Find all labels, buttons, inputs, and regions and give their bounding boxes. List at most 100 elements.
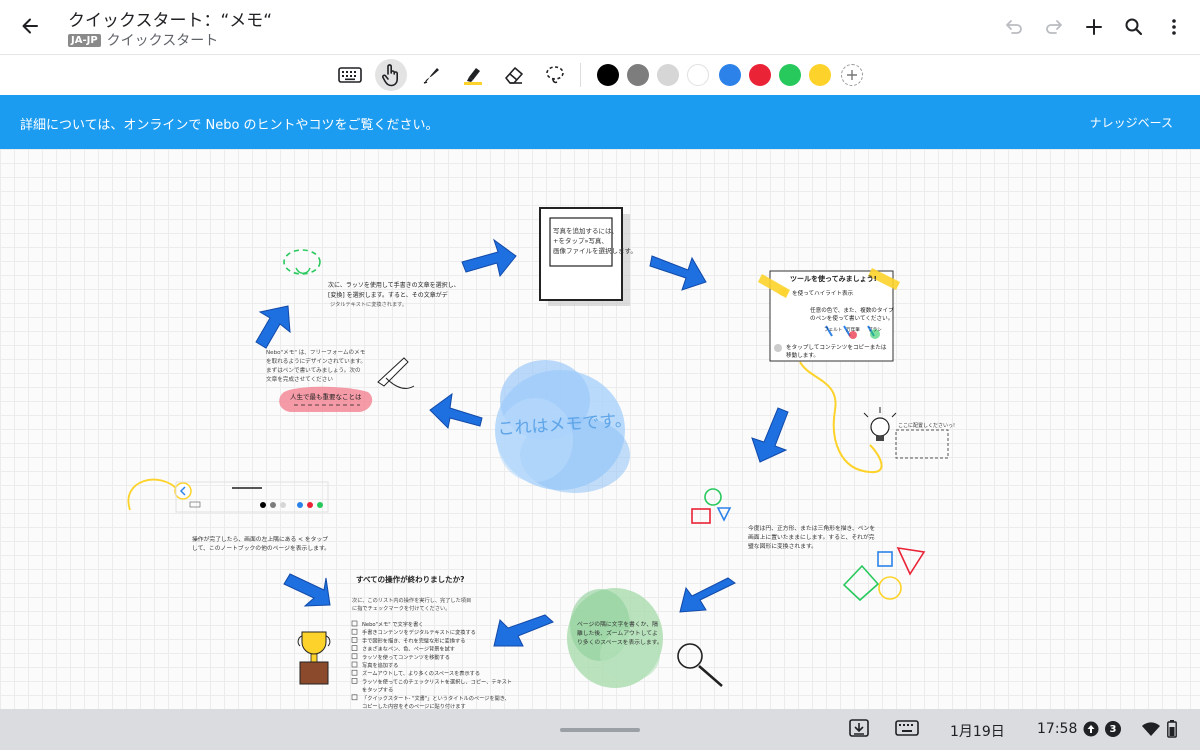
- dropzone-box: [895, 429, 949, 459]
- tools-card-pens-2: のペンを使って書いてください。: [810, 314, 893, 322]
- arrow-7: [429, 392, 483, 430]
- lasso-text: 次に、ラッソを使用して手書きの文章を選択し、 [変換] を選択します。すると、そ…: [328, 281, 462, 308]
- more-button[interactable]: [1158, 11, 1190, 43]
- toolbar-sketch: [127, 478, 329, 513]
- shelf-date[interactable]: 1月19日: [950, 721, 1005, 741]
- checklist-checkbox[interactable]: [351, 694, 358, 701]
- pen-label-felt: フェルト: [824, 327, 842, 333]
- color-swatch-white[interactable]: [687, 64, 709, 86]
- pen-icon: [423, 68, 439, 84]
- shapes-text-3: 璧な図形に変換されます。: [748, 542, 817, 550]
- more-vert-icon: [1172, 19, 1176, 35]
- checklist-item: ラッソを使ってこのチェックリストを選択し、コピー、テキスト: [362, 677, 512, 685]
- lasso-text-1: 次に、ラッソを使用して手書きの文章を選択し、: [328, 281, 460, 289]
- shelf-time[interactable]: 17:58: [1037, 721, 1077, 737]
- checklist-intro-1: 次に、このリスト内の操作を実行し、完了した項目: [352, 596, 471, 604]
- checklist-item: 手で図形を描き、それを完璧な形に変換する: [362, 636, 465, 644]
- touch-hand-icon: [382, 64, 398, 87]
- color-swatch-green[interactable]: [779, 64, 801, 86]
- color-swatch-gray[interactable]: [627, 64, 649, 86]
- checklist-item: Nebo"メモ" で文字を書く: [362, 620, 423, 628]
- info-banner: 詳細については、オンラインで Nebo のヒントやコツをご覧ください。 ナレッジ…: [0, 95, 1200, 149]
- touch-tool[interactable]: [375, 59, 407, 91]
- app-bar: クイックスタート：“メモ“ JA-JP クイックスタート: [0, 0, 1200, 55]
- intro-text-3: まずはペンで書いてみましょう。次の: [266, 366, 361, 374]
- arrow-back-icon: [22, 18, 38, 34]
- pen-tool[interactable]: [416, 59, 448, 91]
- checklist-checkbox[interactable]: [351, 645, 358, 651]
- battery-icon[interactable]: [1167, 720, 1177, 742]
- banner-text: 詳細については、オンラインで Nebo のヒントやコツをご覧ください。: [20, 118, 439, 133]
- checklist-checkbox[interactable]: [351, 653, 358, 660]
- eraser-tool[interactable]: [498, 59, 530, 91]
- system-shelf: 1月19日 17:58 3: [0, 709, 1200, 750]
- update-available-icon[interactable]: [1083, 721, 1099, 741]
- keyboard-tool[interactable]: [334, 59, 366, 91]
- breadcrumb-notebook[interactable]: クイックスタート: [107, 30, 219, 50]
- shapes-text-1: 今度は円、正方形、または三角形を描き、ペンを: [748, 524, 875, 532]
- tools-card-pens-1: 任意の色で、また、複数のタイプ: [810, 306, 894, 314]
- checklist-checkbox[interactable]: [351, 678, 358, 684]
- plus-icon: [847, 70, 857, 80]
- search-button[interactable]: [1118, 11, 1150, 43]
- photo-note-line-1: 写真を追加するには、: [553, 226, 618, 235]
- pen-label-fountain: 万年筆: [846, 326, 860, 333]
- checklist-checkbox[interactable]: [351, 669, 358, 676]
- notification-badge[interactable]: 3: [1105, 721, 1121, 737]
- highlighter-tool[interactable]: [457, 59, 489, 91]
- checklist-checkbox[interactable]: [351, 661, 358, 668]
- tools-card-copy-1: をタップしてコンテンツをコピーまたは: [786, 343, 887, 351]
- checklist-checkbox[interactable]: [351, 620, 358, 627]
- download-icon: [849, 719, 869, 737]
- bulb-note: ここに配置しくださいっ!: [898, 422, 955, 429]
- photo-frame: [539, 207, 630, 306]
- search-icon: [1125, 18, 1143, 36]
- intro-text-4: 文章を完成させてください: [266, 375, 333, 383]
- color-swatch-light-gray[interactable]: [657, 64, 679, 86]
- wifi-icon[interactable]: [1142, 721, 1160, 741]
- home-handle[interactable]: [560, 728, 640, 732]
- nav-note-2: して、このノートブックの他のページを表示します。: [192, 544, 330, 552]
- page-title: クイックスタート：“メモ“: [68, 11, 273, 31]
- arrow-6: [283, 573, 331, 607]
- add-button[interactable]: [1078, 11, 1110, 43]
- checklist-item: ズームアウトして、より多くのスペースを表示する: [362, 669, 480, 677]
- undo-button[interactable]: [998, 11, 1030, 43]
- add-color-button[interactable]: [841, 64, 863, 86]
- yellow-string: [799, 361, 883, 474]
- zoom-blob: [567, 588, 663, 688]
- checklist-intro-2: に指でチェックマークを付けてください。: [352, 604, 450, 612]
- color-swatch-black[interactable]: [597, 64, 619, 86]
- checklist-checkbox[interactable]: [351, 637, 358, 643]
- arrow-2: [649, 255, 707, 291]
- lasso-text-2: [変換] を選択します。すると、その文章がデ: [328, 291, 448, 299]
- highlighter-icon: [464, 68, 482, 85]
- knowledge-base-link[interactable]: ナレッジベース: [1090, 114, 1173, 131]
- intro-text-1: Nebo"メモ" は、フリーフォームのメモ: [266, 349, 366, 356]
- lasso-tool[interactable]: [539, 59, 571, 91]
- note-canvas[interactable]: これはメモです。 写真を追加するには、 +をタップ»写真、 画像ファイルを選択し…: [0, 149, 1200, 709]
- checklist-item: 写真を追加する: [362, 661, 398, 669]
- checklist-item: コピーした内容をそのページに貼り付けます: [362, 702, 466, 709]
- zoom-text-3: り多くのスペースを表示します。: [577, 638, 663, 646]
- toolbar-divider: [580, 63, 581, 87]
- checklist-item: 「クイックスタート- "文書"」というタイトルのページを開き、: [362, 694, 510, 702]
- checklist-intro: 次に、このリスト内の操作を実行し、完了した項目 に指でチェックマークを付けてくだ…: [352, 596, 473, 612]
- back-button[interactable]: [14, 10, 46, 42]
- arrow-5: [493, 614, 554, 647]
- eraser-icon: [505, 67, 523, 84]
- checklist-item: ラッソを使ってコンテンツを移動する: [362, 653, 450, 661]
- lasso-icon: [546, 66, 564, 84]
- language-badge: JA-JP: [68, 33, 101, 47]
- color-swatch-blue[interactable]: [719, 64, 741, 86]
- keyboard-shelf-button[interactable]: [895, 717, 919, 743]
- checklist-checkbox[interactable]: [351, 628, 358, 635]
- intro-text: Nebo"メモ" は、フリーフォームのメモ を取れるようにデザインされています。…: [266, 349, 368, 383]
- color-swatch-yellow[interactable]: [809, 64, 831, 86]
- download-tray-button[interactable]: [848, 717, 870, 743]
- redo-button[interactable]: [1038, 11, 1070, 43]
- arrow-4: [679, 577, 736, 613]
- color-swatch-red[interactable]: [749, 64, 771, 86]
- checklist-item: をタップする: [362, 686, 393, 694]
- breadcrumb: JA-JP クイックスタート: [68, 30, 218, 50]
